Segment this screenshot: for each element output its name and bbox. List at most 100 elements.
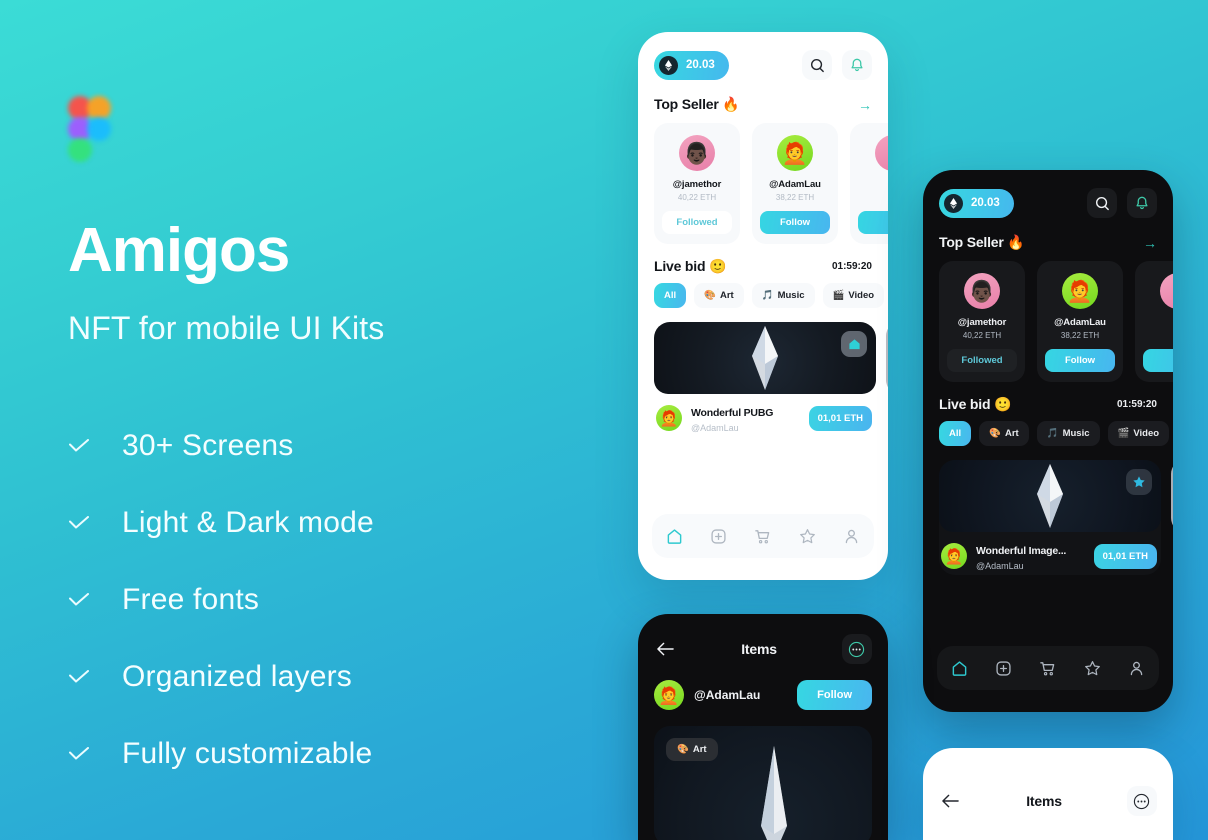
bid-price[interactable]: 01,01 ETH bbox=[1093, 543, 1157, 569]
follow-button[interactable] bbox=[858, 211, 888, 234]
bid-text: Wonderful PUBG @AdamLau bbox=[691, 403, 800, 433]
seller-card[interactable]: @ 3 bbox=[850, 123, 888, 244]
bid-price[interactable]: 01,01 ETH bbox=[808, 405, 872, 431]
back-arrow-icon[interactable] bbox=[939, 790, 961, 812]
check-icon bbox=[68, 747, 90, 760]
seller-eth: 3 bbox=[1143, 331, 1173, 340]
follow-button[interactable]: Follow bbox=[760, 211, 830, 234]
chip-video[interactable]: 🎬 Video bbox=[1107, 421, 1170, 446]
back-arrow-icon[interactable] bbox=[654, 638, 676, 660]
phone-light-items: Items bbox=[923, 748, 1173, 840]
item-artwork[interactable]: 🎨 Art bbox=[654, 726, 872, 840]
feature-label: 30+ Screens bbox=[122, 428, 294, 462]
avatar-face: 🧑‍🦰 bbox=[659, 410, 679, 428]
chip-label: Art bbox=[719, 290, 734, 301]
bell-icon[interactable] bbox=[842, 50, 872, 80]
chip-label: Art bbox=[692, 744, 707, 755]
section-title: Top Seller 🔥 bbox=[939, 234, 1025, 250]
bid-card[interactable]: 🧑‍🦰 Wonderful Image... @AdamLau 01,01 ET… bbox=[939, 460, 1161, 575]
seller-name: @jamethor bbox=[957, 317, 1007, 328]
person-icon[interactable] bbox=[841, 525, 863, 547]
search-icon[interactable] bbox=[802, 50, 832, 80]
followed-button[interactable]: Followed bbox=[662, 211, 732, 234]
seller-eth: 40,22 ETH bbox=[962, 331, 1002, 340]
avatar: 🧑‍🦰 bbox=[1062, 273, 1098, 309]
seller-card[interactable]: 🧑‍🦰 @AdamLau 38,22 ETH Follow bbox=[1037, 261, 1123, 382]
seller-name: @ bbox=[1143, 317, 1173, 328]
profile-row: 🧑‍🦰 @AdamLau Follow bbox=[638, 664, 888, 710]
art-icon: 🎨 bbox=[704, 290, 716, 301]
star-icon[interactable] bbox=[1081, 657, 1103, 679]
seller-eth: 3 bbox=[858, 193, 888, 202]
chip-music[interactable]: 🎵 Music bbox=[751, 283, 815, 308]
bid-text: Wonderful Image... @AdamLau bbox=[976, 541, 1085, 571]
art-chip[interactable]: 🎨 Art bbox=[666, 738, 718, 761]
avatar: 🧑‍🦰 bbox=[656, 405, 682, 431]
see-all-arrow-icon[interactable]: → bbox=[1143, 236, 1157, 250]
more-options-icon[interactable] bbox=[1126, 786, 1157, 816]
star-icon[interactable] bbox=[796, 525, 818, 547]
follow-button[interactable] bbox=[1143, 349, 1173, 372]
avatar-face: 🧑‍🦰 bbox=[944, 548, 964, 566]
video-icon: 🎬 bbox=[1117, 428, 1130, 439]
home-icon[interactable] bbox=[948, 657, 970, 679]
chip-art[interactable]: 🎨 Art bbox=[694, 283, 744, 308]
follow-button[interactable]: Follow bbox=[1045, 349, 1115, 372]
countdown-timer: 01:59:20 bbox=[831, 261, 872, 272]
app-header: 20.03 bbox=[923, 170, 1173, 218]
chip-all[interactable]: All bbox=[654, 283, 687, 308]
feature-label: Fully customizable bbox=[122, 736, 373, 770]
avatar: 👨🏿 bbox=[679, 135, 715, 171]
followed-button[interactable]: Followed bbox=[947, 349, 1017, 372]
bid-card[interactable]: 🧑‍🦰 Wonderful PUBG @AdamLau 01,01 ETH bbox=[654, 322, 876, 437]
seller-card[interactable]: 👨🏿 @jamethor 40,22 ETH Followed bbox=[654, 123, 740, 244]
phone-dark-items: Items 🧑‍🦰 @AdamLau Follow 🎨 Art bbox=[638, 614, 888, 840]
header-actions bbox=[1087, 188, 1157, 218]
bid-card-peek[interactable] bbox=[886, 322, 888, 394]
live-bid-header: Live bid 🙂 01:59:20 bbox=[923, 382, 1173, 421]
person-icon[interactable] bbox=[1126, 657, 1148, 679]
bid-meta: 🧑‍🦰 Wonderful PUBG @AdamLau 01,01 ETH bbox=[654, 394, 876, 437]
avatar: 👨🏿 bbox=[964, 273, 1000, 309]
cart-icon[interactable] bbox=[1037, 657, 1059, 679]
seller-card[interactable]: @ 3 bbox=[1135, 261, 1173, 382]
search-icon[interactable] bbox=[1087, 188, 1117, 218]
star-badge-icon[interactable] bbox=[1126, 469, 1152, 495]
chip-music[interactable]: 🎵 Music bbox=[1036, 421, 1100, 446]
figma-logo bbox=[68, 96, 112, 172]
avatar bbox=[1160, 273, 1173, 309]
phone-light-home: 20.03 Top Seller 🔥 → 👨🏿 @jamethor 40,22 … bbox=[638, 32, 888, 580]
list-item: 30+ Screens bbox=[68, 407, 588, 484]
balance-pill[interactable]: 20.03 bbox=[939, 188, 1014, 218]
check-icon bbox=[68, 593, 90, 606]
seller-card[interactable]: 👨🏿 @jamethor 40,22 ETH Followed bbox=[939, 261, 1025, 382]
cart-icon[interactable] bbox=[752, 525, 774, 547]
feature-list: 30+ Screens Light & Dark mode Free fonts… bbox=[68, 407, 588, 792]
live-bid-header: Live bid 🙂 01:59:20 bbox=[638, 244, 888, 283]
chip-video[interactable]: 🎬 Video bbox=[822, 283, 885, 308]
see-all-arrow-icon[interactable]: → bbox=[858, 98, 872, 112]
more-options-icon[interactable] bbox=[841, 634, 872, 664]
video-icon: 🎬 bbox=[832, 290, 845, 301]
bell-icon[interactable] bbox=[1127, 188, 1157, 218]
live-bid-title: Live bid 🙂 bbox=[654, 258, 727, 274]
chip-all[interactable]: All bbox=[939, 421, 972, 446]
list-item: Organized layers bbox=[68, 638, 588, 715]
home-badge-icon[interactable] bbox=[841, 331, 867, 357]
plus-square-icon[interactable] bbox=[708, 525, 730, 547]
promo-panel: Amigos NFT for mobile UI Kits 30+ Screen… bbox=[68, 96, 588, 792]
items-header: Items bbox=[923, 748, 1173, 816]
music-icon: 🎵 bbox=[761, 290, 774, 301]
chip-art[interactable]: 🎨 Art bbox=[979, 421, 1029, 446]
category-chips: All 🎨 Art 🎵 Music 🎬 Video bbox=[923, 421, 1173, 446]
chip-label: All bbox=[664, 290, 677, 301]
seller-eth: 40,22 ETH bbox=[677, 193, 717, 202]
home-icon[interactable] bbox=[663, 525, 685, 547]
seller-card[interactable]: 🧑‍🦰 @AdamLau 38,22 ETH Follow bbox=[752, 123, 838, 244]
check-icon bbox=[68, 516, 90, 529]
plus-square-icon[interactable] bbox=[993, 657, 1015, 679]
bid-card-peek[interactable] bbox=[1171, 460, 1173, 532]
follow-button[interactable]: Follow bbox=[797, 680, 872, 710]
figma-logo-blue bbox=[87, 117, 111, 141]
balance-pill[interactable]: 20.03 bbox=[654, 50, 729, 80]
